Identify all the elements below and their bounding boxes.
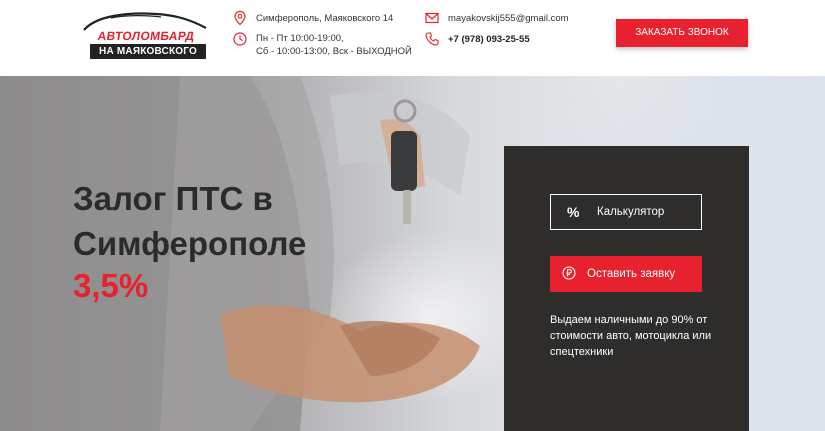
working-hours-line2: Сб - 10:00-13:00, Вск - ВЫХОДНОЙ: [256, 46, 412, 57]
site-header: АВТОЛОМБАРД НА МАЯКОВСКОГО Симферополь, …: [0, 0, 825, 76]
phone-icon: [425, 32, 439, 46]
ruble-coin-icon: [562, 266, 576, 280]
working-hours-line1: Пн - Пт 10:00-19:00,: [256, 33, 344, 44]
logo[interactable]: АВТОЛОМБАРД НА МАЯКОВСКОГО: [76, 10, 211, 60]
address-text: Симферополь, Маяковского 14: [256, 13, 394, 24]
logo-title: АВТОЛОМБАРД: [96, 29, 196, 43]
mail-icon: [425, 12, 439, 24]
hero-title-line1: Залог ПТС в: [73, 180, 273, 217]
calculator-label: Калькулятор: [597, 206, 665, 218]
submit-application-button[interactable]: Оставить заявку: [550, 256, 702, 292]
logo-subtitle: НА МАЯКОВСКОГО: [90, 44, 206, 59]
hero-section: Залог ПТС в Симферополе 3,5% % Калькулят…: [0, 76, 825, 431]
action-panel: % Калькулятор Оставить заявку Выдаем нал…: [504, 146, 749, 431]
map-pin-icon: [234, 10, 246, 26]
phone-link[interactable]: +7 (978) 093-25-55: [448, 33, 530, 46]
percent-icon: %: [567, 204, 580, 220]
submit-application-label: Оставить заявку: [587, 268, 676, 280]
email-link[interactable]: mayakovskij555@gmail.com: [448, 12, 569, 25]
calculator-button[interactable]: % Калькулятор: [550, 194, 702, 230]
hero-title-line2: Симферополе: [73, 225, 307, 262]
callback-button[interactable]: ЗАКАЗАТЬ ЗВОНОК: [616, 19, 748, 47]
interest-rate: 3,5%: [73, 267, 149, 304]
loan-description: Выдаем наличными до 90% от стоимости авт…: [550, 314, 712, 358]
clock-icon: [233, 32, 247, 46]
hero-title: Залог ПТС в Симферополе: [73, 176, 373, 266]
